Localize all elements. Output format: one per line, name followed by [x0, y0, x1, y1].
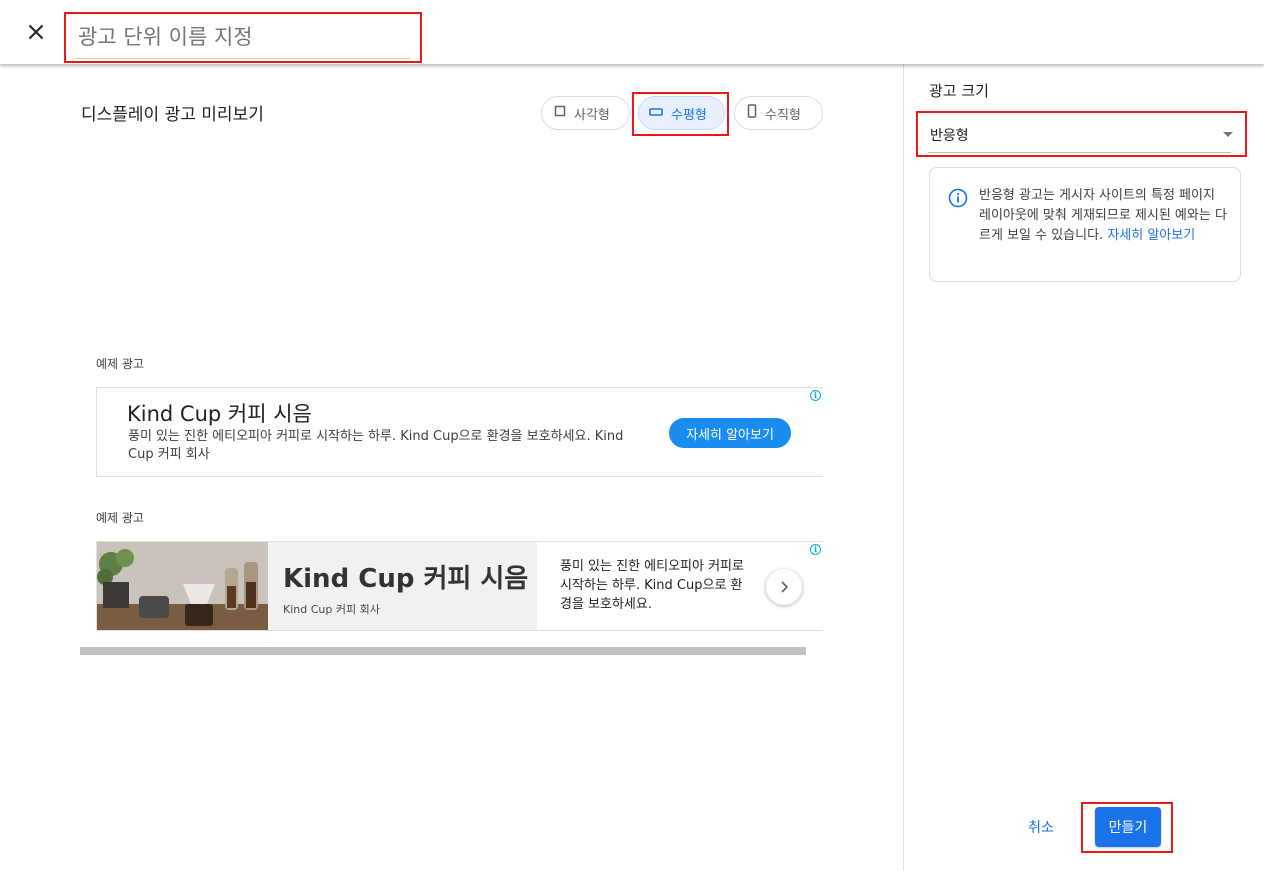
adchoices-icon[interactable]: i: [810, 390, 821, 401]
horizontal-scrollbar[interactable]: [80, 647, 806, 655]
ad-description: 풍미 있는 진한 에티오피아 커피로 시작하는 하루. Kind Cup으로 환…: [128, 429, 624, 462]
cancel-button[interactable]: 취소: [1019, 815, 1063, 839]
horizontal-rect-icon: [649, 106, 663, 121]
dropdown-arrow-icon: [1223, 132, 1233, 137]
chevron-right-icon[interactable]: [766, 569, 802, 605]
info-notice: 반응형 광고는 게시자 사이트의 특정 페이지 레이아웃에 맞춰 게재되므로 제…: [929, 167, 1241, 282]
coffee-product-image: [97, 542, 268, 630]
square-icon: [554, 105, 566, 121]
ad-side-panel: 풍미 있는 진한 에티오피아 커피로 시작하는 하루. Kind Cup으로 환…: [537, 542, 823, 630]
sample-ad-image[interactable]: Kind Cup 커피 시음 Kind Cup 커피 회사 풍미 있는 진한 에…: [96, 541, 823, 631]
ad-main-panel: Kind Cup 커피 시음 Kind Cup 커피 회사: [268, 542, 537, 630]
adchoices-icon[interactable]: i: [810, 544, 821, 555]
dropdown-underline: [928, 152, 1231, 153]
ad-description: 풍미 있는 진한 에티오피아 커피로 시작하는 하루. Kind Cup으로 환…: [560, 559, 744, 612]
ad-headline: Kind Cup 커피 시음: [127, 402, 312, 426]
shape-toggle-label: 수평형: [671, 107, 707, 123]
top-bar: [0, 0, 1264, 64]
info-icon: [948, 188, 968, 208]
sample-ad-label: 예제 광고: [96, 511, 144, 525]
sample-ad-label: 예제 광고: [96, 357, 144, 371]
ad-size-dropdown[interactable]: 반응형: [916, 111, 1247, 157]
shape-toggle-vertical[interactable]: 수직형: [734, 96, 823, 130]
settings-panel: 광고 크기 반응형 반응형 광고는 게시자 사이트의 특정 페이지 레이아웃에 …: [903, 64, 1264, 871]
shape-toggle-horizontal[interactable]: 수평형: [638, 96, 725, 130]
ad-company: Kind Cup 커피 회사: [283, 603, 380, 616]
create-button[interactable]: 만들기: [1095, 807, 1161, 847]
vertical-rect-icon: [747, 104, 757, 122]
ad-size-value: 반응형: [930, 128, 969, 144]
ad-size-label: 광고 크기: [929, 82, 989, 100]
ad-unit-name-input[interactable]: [78, 20, 408, 54]
ad-unit-name-field[interactable]: [64, 12, 422, 63]
shape-toggle-square[interactable]: 사각형: [541, 96, 630, 130]
input-underline: [76, 58, 410, 59]
sample-ad-text[interactable]: i Kind Cup 커피 시음 풍미 있는 진한 에티오피아 커피로 시작하는…: [96, 387, 823, 477]
shape-toggle-label: 사각형: [574, 107, 610, 123]
preview-panel: 디스플레이 광고 미리보기 사각형 수평형 수직형 예제 광고 i Kind C…: [0, 64, 903, 871]
close-icon[interactable]: [24, 20, 48, 44]
learn-more-link[interactable]: 자세히 알아보기: [1107, 228, 1195, 243]
shape-toggle-label: 수직형: [765, 107, 801, 123]
ad-cta-button[interactable]: 자세히 알아보기: [669, 418, 791, 448]
info-text: 반응형 광고는 게시자 사이트의 특정 페이지 레이아웃에 맞춰 게재되므로 제…: [979, 186, 1229, 246]
preview-title: 디스플레이 광고 미리보기: [81, 105, 264, 125]
ad-headline: Kind Cup 커피 시음: [283, 564, 529, 594]
